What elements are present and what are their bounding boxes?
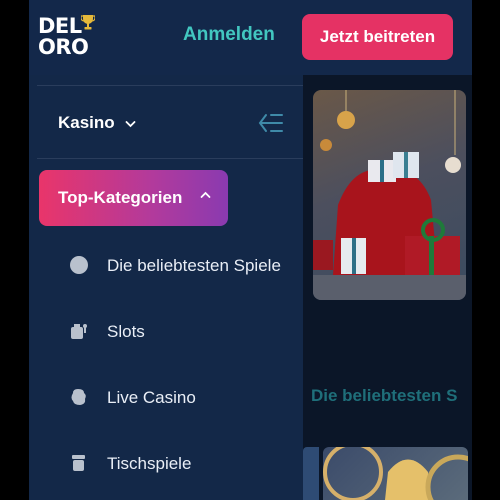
category-item-slots[interactable]: Slots (69, 316, 301, 346)
trophy-icon (81, 15, 95, 30)
category-item-live-casino[interactable]: Live Casino (69, 382, 301, 412)
top-header: DEL ORO Anmelden Jetzt beitreten (29, 0, 472, 75)
promo-banner[interactable] (313, 90, 466, 300)
section-title: Die beliebtesten S (311, 386, 458, 405)
circle-icon (70, 256, 88, 274)
live-dealer-image (323, 447, 468, 500)
logo-line-2: ORO (38, 35, 89, 59)
collapse-menu-icon[interactable] (258, 112, 284, 134)
top-categories-toggle[interactable]: Top-Kategorien (39, 170, 228, 226)
casino-menu-toggle[interactable]: Kasino (58, 113, 136, 133)
category-item-label: Live Casino (107, 388, 196, 407)
table-games-icon (72, 455, 85, 471)
page-content: Die beliebtesten S (303, 75, 472, 500)
divider (37, 158, 303, 159)
side-drawer: Kasino Top-Kategorien Die beliebtesten S… (29, 75, 303, 500)
category-item-label: Slots (107, 322, 145, 341)
delioro-logo[interactable]: DEL ORO (38, 14, 98, 59)
category-item-table-games[interactable]: Tischspiele (69, 448, 301, 478)
game-thumbnail[interactable] (323, 447, 468, 500)
app-window: DEL ORO Anmelden Jetzt beitreten Die bel… (29, 0, 472, 500)
chevron-down-icon (126, 120, 136, 127)
login-link[interactable]: Anmelden (183, 24, 275, 46)
slots-icon (71, 324, 87, 339)
live-casino-icon (71, 389, 86, 405)
chevron-up-icon (200, 191, 211, 198)
category-item-popular[interactable]: Die beliebtesten Spiele (69, 250, 301, 280)
game-thumbnail[interactable] (303, 447, 319, 500)
top-categories-label: Top-Kategorien (58, 188, 183, 207)
join-button[interactable]: Jetzt beitreten (302, 14, 453, 60)
category-item-label: Tischspiele (107, 454, 192, 473)
category-item-label: Die beliebtesten Spiele (107, 256, 281, 275)
christmas-gifts-image (313, 90, 466, 300)
divider (37, 85, 303, 86)
casino-label: Kasino (58, 113, 115, 132)
